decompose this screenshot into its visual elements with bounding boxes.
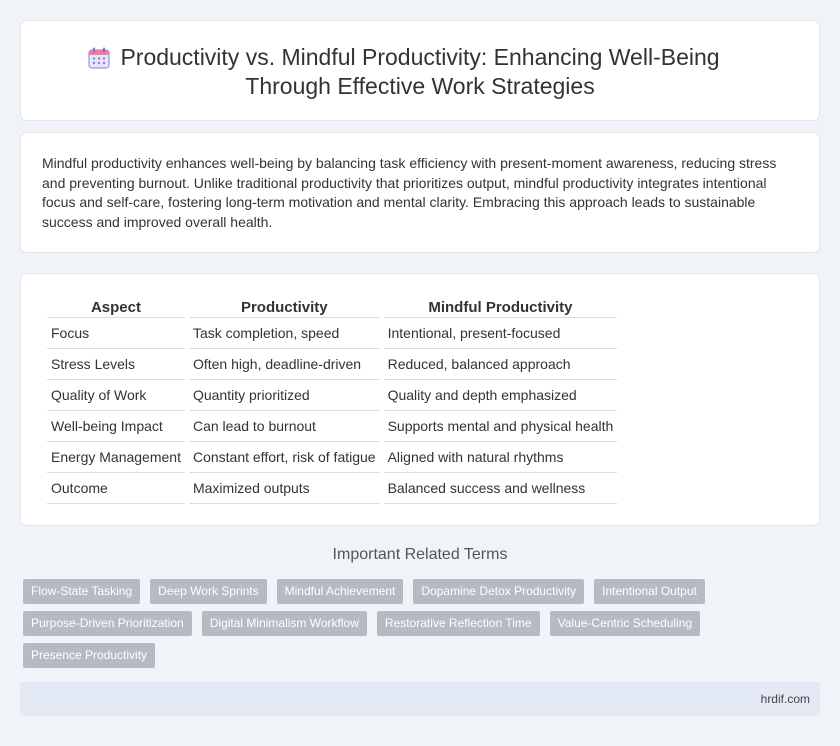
intro-card: Mindful productivity enhances well-being…: [20, 132, 820, 253]
intro-paragraph: Mindful productivity enhances well-being…: [42, 155, 777, 230]
table-cell: Supports mental and physical health: [383, 411, 618, 442]
table-cell: Quality and depth emphasized: [383, 380, 618, 411]
related-term-tag[interactable]: Dopamine Detox Productivity: [413, 579, 585, 604]
footer-bar: hrdif.com: [20, 682, 820, 716]
related-term-tag[interactable]: Presence Productivity: [23, 643, 156, 668]
table-cell: Task completion, speed: [188, 318, 380, 349]
table-cell: Energy Management: [47, 442, 185, 473]
table-row: Quality of Work Quantity prioritized Qua…: [47, 380, 618, 411]
table-cell: Maximized outputs: [188, 473, 380, 504]
table-cell: Quality of Work: [47, 380, 185, 411]
table-row: Outcome Maximized outputs Balanced succe…: [47, 473, 618, 504]
table-cell: Outcome: [47, 473, 185, 504]
table-cell: Stress Levels: [47, 349, 185, 380]
comparison-table: Aspect Productivity Mindful Productivity…: [43, 296, 621, 504]
table-row: Stress Levels Often high, deadline-drive…: [47, 349, 618, 380]
related-term-tag[interactable]: Value-Centric Scheduling: [549, 611, 701, 636]
column-header-mindful-productivity: Mindful Productivity: [383, 296, 618, 318]
table-cell: Balanced success and wellness: [383, 473, 618, 504]
related-term-tag[interactable]: Flow-State Tasking: [23, 579, 141, 604]
table-cell: Reduced, balanced approach: [383, 349, 618, 380]
related-term-tag[interactable]: Deep Work Sprints: [150, 579, 267, 604]
related-term-tag[interactable]: Restorative Reflection Time: [376, 611, 540, 636]
related-terms-title: Important Related Terms: [332, 546, 508, 563]
table-cell: Can lead to burnout: [188, 411, 380, 442]
page-title: Productivity vs. Mindful Productivity: E…: [21, 43, 819, 101]
table-cell: Intentional, present-focused: [383, 318, 618, 349]
table-row: Focus Task completion, speed Intentional…: [47, 318, 618, 349]
related-term-tag[interactable]: Digital Minimalism Workflow: [201, 611, 367, 636]
table-row: Well-being Impact Can lead to burnout Su…: [47, 411, 618, 442]
table-row: Energy Management Constant effort, risk …: [47, 442, 618, 473]
column-header-productivity: Productivity: [188, 296, 380, 318]
related-term-tag[interactable]: Mindful Achievement: [276, 579, 404, 604]
related-term-tag[interactable]: Intentional Output: [594, 579, 705, 604]
table-cell: Often high, deadline-driven: [188, 349, 380, 380]
table-cell: Quantity prioritized: [188, 380, 380, 411]
comparison-card: Aspect Productivity Mindful Productivity…: [20, 273, 820, 526]
table-cell: Focus: [47, 318, 185, 349]
table-cell: Well-being Impact: [47, 411, 185, 442]
page-title-line-2: Through Effective Work Strategies: [245, 73, 595, 99]
header-card: Productivity vs. Mindful Productivity: E…: [20, 20, 820, 121]
related-terms-list: Flow-State Tasking Deep Work Sprints Min…: [23, 579, 813, 675]
footer-site-link[interactable]: hrdif.com: [761, 692, 810, 706]
column-header-aspect: Aspect: [47, 296, 185, 318]
table-header-row: Aspect Productivity Mindful Productivity: [47, 296, 618, 318]
table-cell: Constant effort, risk of fatigue: [188, 442, 380, 473]
related-term-tag[interactable]: Purpose-Driven Prioritization: [23, 611, 192, 636]
page-title-line-1: Productivity vs. Mindful Productivity: E…: [120, 44, 720, 70]
table-cell: Aligned with natural rhythms: [383, 442, 618, 473]
